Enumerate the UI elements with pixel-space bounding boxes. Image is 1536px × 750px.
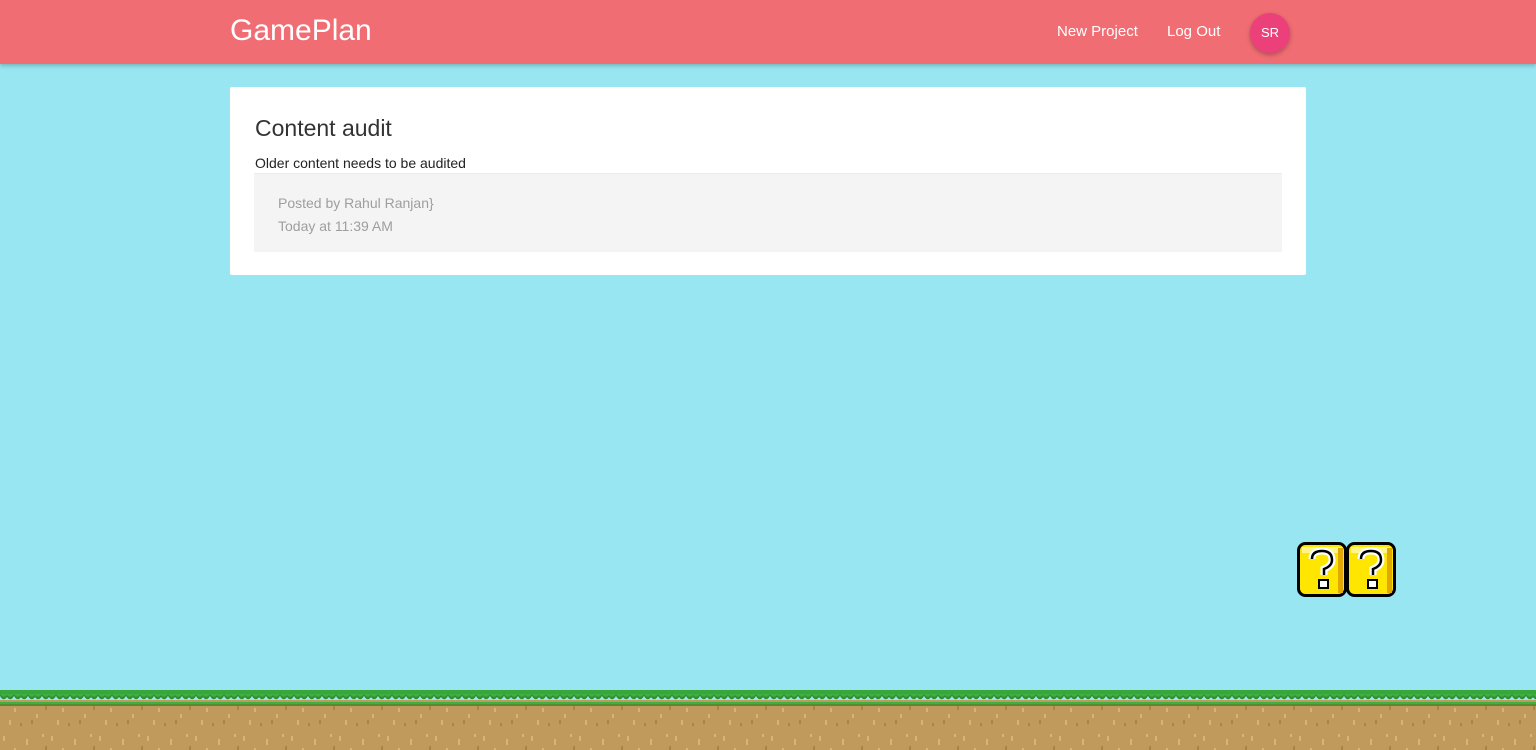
post-meta-footer: Posted by Rahul Ranjan} Today at 11:39 A…	[254, 173, 1282, 252]
question-block-icon	[1297, 542, 1347, 597]
question-blocks	[1297, 542, 1396, 597]
posted-by-text: Posted by Rahul Ranjan}	[278, 195, 434, 211]
project-card: Content audit Older content needs to be …	[230, 87, 1306, 275]
question-block-icon	[1346, 542, 1396, 597]
user-avatar-button[interactable]: SR	[1250, 13, 1290, 53]
posted-time-text: Today at 11:39 AM	[278, 218, 393, 234]
project-title: Content audit	[255, 115, 392, 141]
new-project-link[interactable]: New Project	[1057, 23, 1138, 40]
top-navbar: GamePlan New Project Log Out SR	[0, 0, 1536, 64]
pixel-ground-terrain	[0, 690, 1536, 750]
project-description: Older content needs to be audited	[255, 155, 466, 171]
log-out-link[interactable]: Log Out	[1167, 23, 1220, 40]
brand-logo-link[interactable]: GamePlan	[230, 14, 372, 48]
